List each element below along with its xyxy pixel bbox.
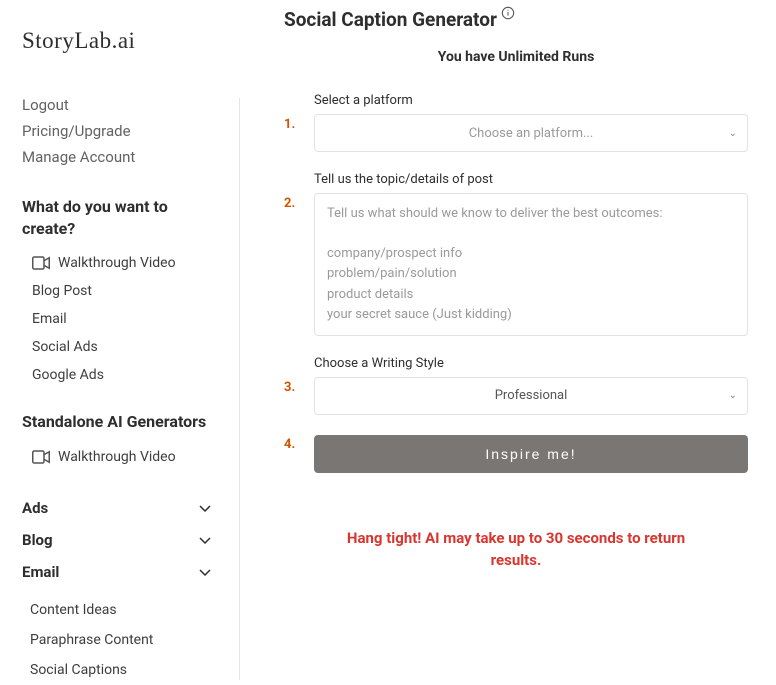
manage-account-link[interactable]: Manage Account xyxy=(22,148,219,166)
platform-placeholder: Choose an platform... xyxy=(469,126,594,141)
sidebar-sub-paraphrase[interactable]: Paraphrase Content xyxy=(30,625,219,655)
video-icon xyxy=(32,450,50,464)
main-content: Social Caption Generator You have Unlimi… xyxy=(240,0,776,680)
chevron-down-icon xyxy=(197,532,213,548)
style-label: Choose a Writing Style xyxy=(314,356,748,371)
wait-message: Hang tight! AI may take up to 30 seconds… xyxy=(284,528,748,572)
style-value: Professional xyxy=(495,388,568,403)
sidebar-item-social-ads[interactable]: Social Ads xyxy=(22,333,219,361)
sidebar-item-label: Email xyxy=(32,311,67,327)
info-icon[interactable] xyxy=(501,6,515,20)
step-number-2: 2. xyxy=(284,172,298,211)
caret-down-icon: ⌄ xyxy=(729,390,737,401)
page-title: Social Caption Generator xyxy=(284,8,497,31)
sidebar-item-standalone-walkthrough[interactable]: Walkthrough Video xyxy=(22,443,219,471)
sidebar-sub-social-captions[interactable]: Social Captions xyxy=(30,655,219,685)
collapse-label: Blog xyxy=(22,531,53,549)
chevron-down-icon xyxy=(197,500,213,516)
standalone-heading: Standalone AI Generators xyxy=(22,411,219,433)
sidebar-item-label: Blog Post xyxy=(32,283,92,299)
video-icon xyxy=(32,256,50,270)
platform-label: Select a platform xyxy=(314,93,748,108)
caret-down-icon: ⌄ xyxy=(729,128,737,139)
sub-links: Content Ideas Paraphrase Content Social … xyxy=(22,589,219,685)
step-number-1: 1. xyxy=(284,93,298,132)
sidebar-item-email[interactable]: Email xyxy=(22,305,219,333)
sidebar-item-label: Walkthrough Video xyxy=(58,255,176,271)
sidebar: StoryLab.ai Logout Pricing/Upgrade Manag… xyxy=(0,0,240,680)
sidebar-item-label: Social Ads xyxy=(32,339,98,355)
collapse-blog[interactable]: Blog xyxy=(22,525,219,555)
brand-logo: StoryLab.ai xyxy=(22,28,219,54)
platform-select[interactable]: Choose an platform... ⌄ xyxy=(314,114,748,152)
collapse-email[interactable]: Email xyxy=(22,557,219,587)
sidebar-item-label: Walkthrough Video xyxy=(58,449,176,465)
sidebar-item-blog-post[interactable]: Blog Post xyxy=(22,277,219,305)
create-heading: What do you want to create? xyxy=(22,196,219,239)
sidebar-item-label: Google Ads xyxy=(32,367,104,383)
style-select[interactable]: Professional ⌄ xyxy=(314,377,748,415)
chevron-down-icon xyxy=(197,564,213,580)
topic-textarea[interactable]: Tell us what should we know to deliver t… xyxy=(314,193,748,336)
collapse-label: Ads xyxy=(22,499,48,517)
create-list: Walkthrough Video Blog Post Email Social… xyxy=(22,249,219,389)
pricing-link[interactable]: Pricing/Upgrade xyxy=(22,122,219,140)
step-number-3: 3. xyxy=(284,356,298,395)
runs-status: You have Unlimited Runs xyxy=(284,49,748,65)
topic-label: Tell us the topic/details of post xyxy=(314,172,748,187)
account-links: Logout Pricing/Upgrade Manage Account xyxy=(22,96,219,166)
collapse-label: Email xyxy=(22,563,59,581)
sidebar-item-walkthrough-video[interactable]: Walkthrough Video xyxy=(22,249,219,277)
collapse-ads[interactable]: Ads xyxy=(22,493,219,523)
sidebar-item-google-ads[interactable]: Google Ads xyxy=(22,361,219,389)
logout-link[interactable]: Logout xyxy=(22,96,219,114)
standalone-list: Walkthrough Video xyxy=(22,443,219,471)
inspire-button[interactable]: Inspire me! xyxy=(314,435,748,473)
sidebar-sub-content-ideas[interactable]: Content Ideas xyxy=(30,595,219,625)
step-number-4: 4. xyxy=(284,435,298,452)
